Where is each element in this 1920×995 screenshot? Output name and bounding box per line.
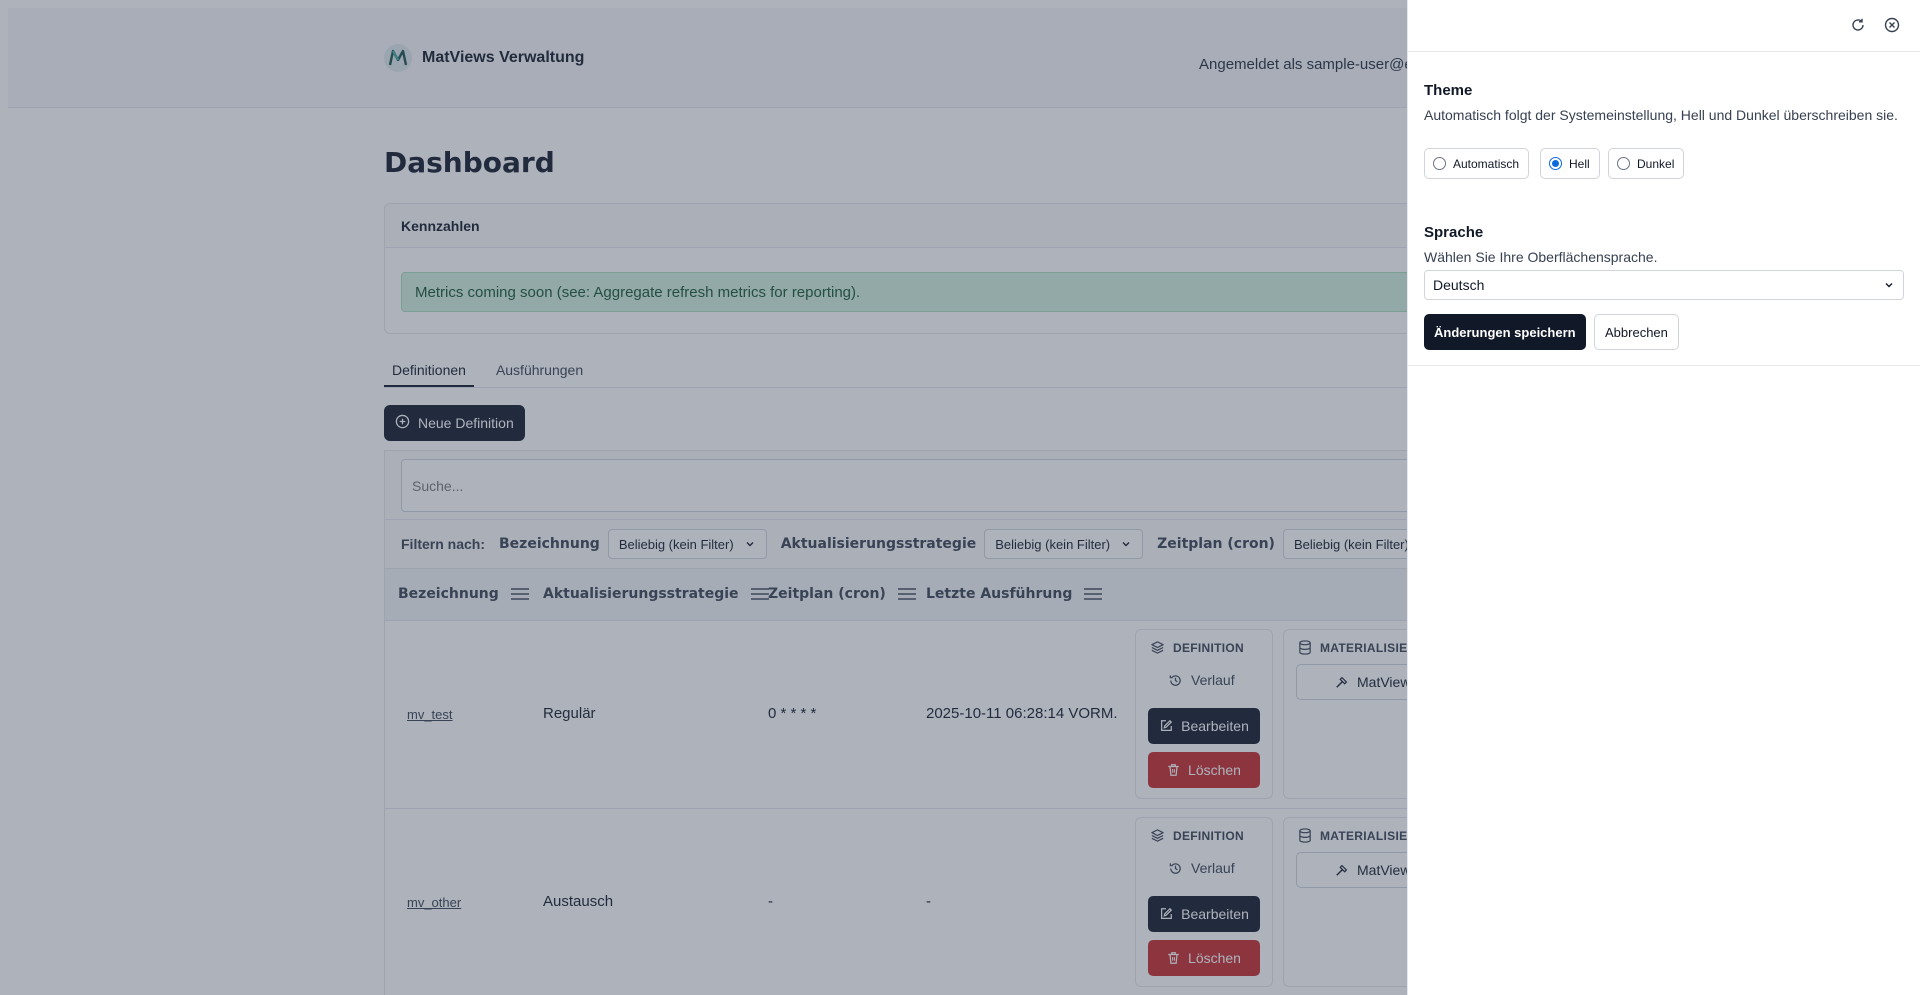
language-description: Wählen Sie Ihre Oberflächensprache.: [1424, 249, 1658, 265]
settings-drawer: Theme Automatisch folgt der Systemeinste…: [1407, 0, 1920, 995]
drawer-header: [1408, 0, 1920, 52]
reset-icon[interactable]: [1848, 15, 1868, 35]
radio-auto[interactable]: [1433, 157, 1446, 170]
theme-option-light-label: Hell: [1569, 156, 1590, 171]
theme-description: Automatisch folgt der Systemeinstellung,…: [1424, 107, 1898, 123]
chevron-down-icon: [1885, 283, 1893, 288]
theme-option-auto-label: Automatisch: [1453, 156, 1520, 171]
theme-title: Theme: [1424, 82, 1473, 99]
close-icon[interactable]: [1882, 15, 1902, 35]
save-changes-button[interactable]: Änderungen speichern: [1424, 314, 1586, 350]
theme-option-light[interactable]: Hell: [1540, 148, 1600, 179]
theme-option-dark[interactable]: Dunkel: [1608, 148, 1685, 179]
radio-dark[interactable]: [1617, 157, 1630, 170]
language-select-value: Deutsch: [1433, 277, 1485, 293]
theme-option-dark-label: Dunkel: [1637, 156, 1675, 171]
language-title: Sprache: [1424, 224, 1484, 241]
cancel-button[interactable]: Abbrechen: [1594, 314, 1679, 350]
language-select[interactable]: Deutsch: [1424, 270, 1904, 300]
radio-light[interactable]: [1549, 157, 1562, 170]
theme-option-auto[interactable]: Automatisch: [1424, 148, 1530, 179]
drawer-body: Theme Automatisch folgt der Systemeinste…: [1408, 52, 1920, 366]
